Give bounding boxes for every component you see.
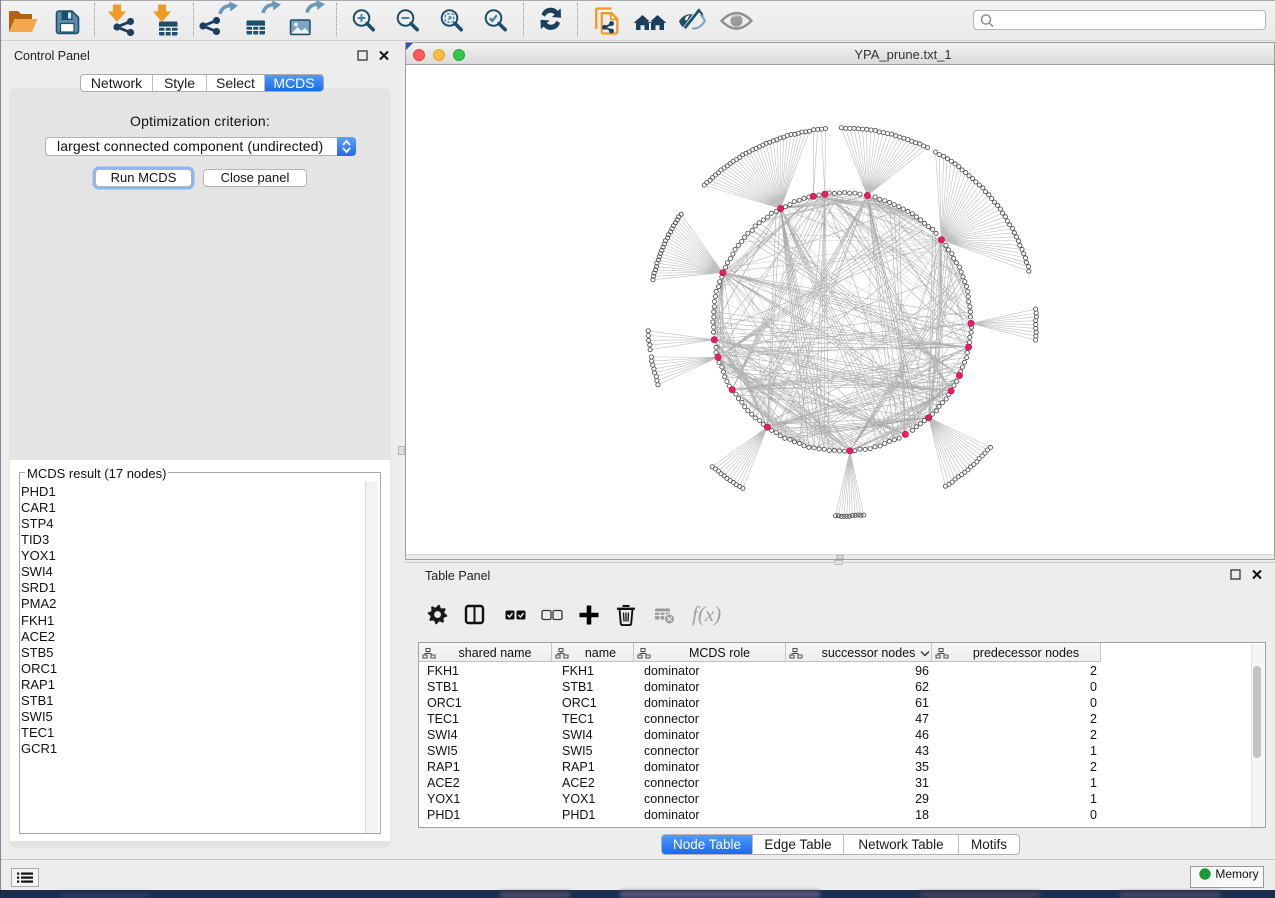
svg-text:f(x): f(x) — [692, 602, 721, 626]
